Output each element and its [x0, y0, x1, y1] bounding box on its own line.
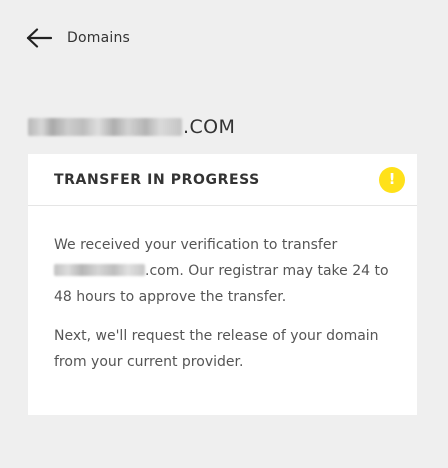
domain-tld: .COM: [183, 116, 236, 138]
domain-title: .COM: [28, 114, 235, 140]
transfer-status-title: TRANSFER IN PROGRESS: [54, 171, 260, 188]
back-link-label[interactable]: Domains: [67, 30, 130, 46]
inline-domain-suffix: .com: [145, 263, 180, 279]
next-step-message: Next, we'll request the release of your …: [54, 328, 379, 370]
verification-text-start: We received your verification to transfe…: [54, 237, 338, 253]
back-to-domains-link[interactable]: Domains: [26, 24, 130, 52]
card-header: TRANSFER IN PROGRESS !: [28, 154, 417, 206]
verification-message: We received your verification to transfe…: [54, 232, 391, 310]
card-body: We received your verification to transfe…: [28, 206, 417, 375]
arrow-left-icon[interactable]: [26, 28, 52, 48]
exclamation-icon: !: [379, 166, 405, 193]
redacted-domain-name: [28, 118, 182, 136]
redacted-domain-inline: [54, 264, 145, 276]
transfer-status-card: TRANSFER IN PROGRESS ! We received your …: [28, 154, 417, 415]
